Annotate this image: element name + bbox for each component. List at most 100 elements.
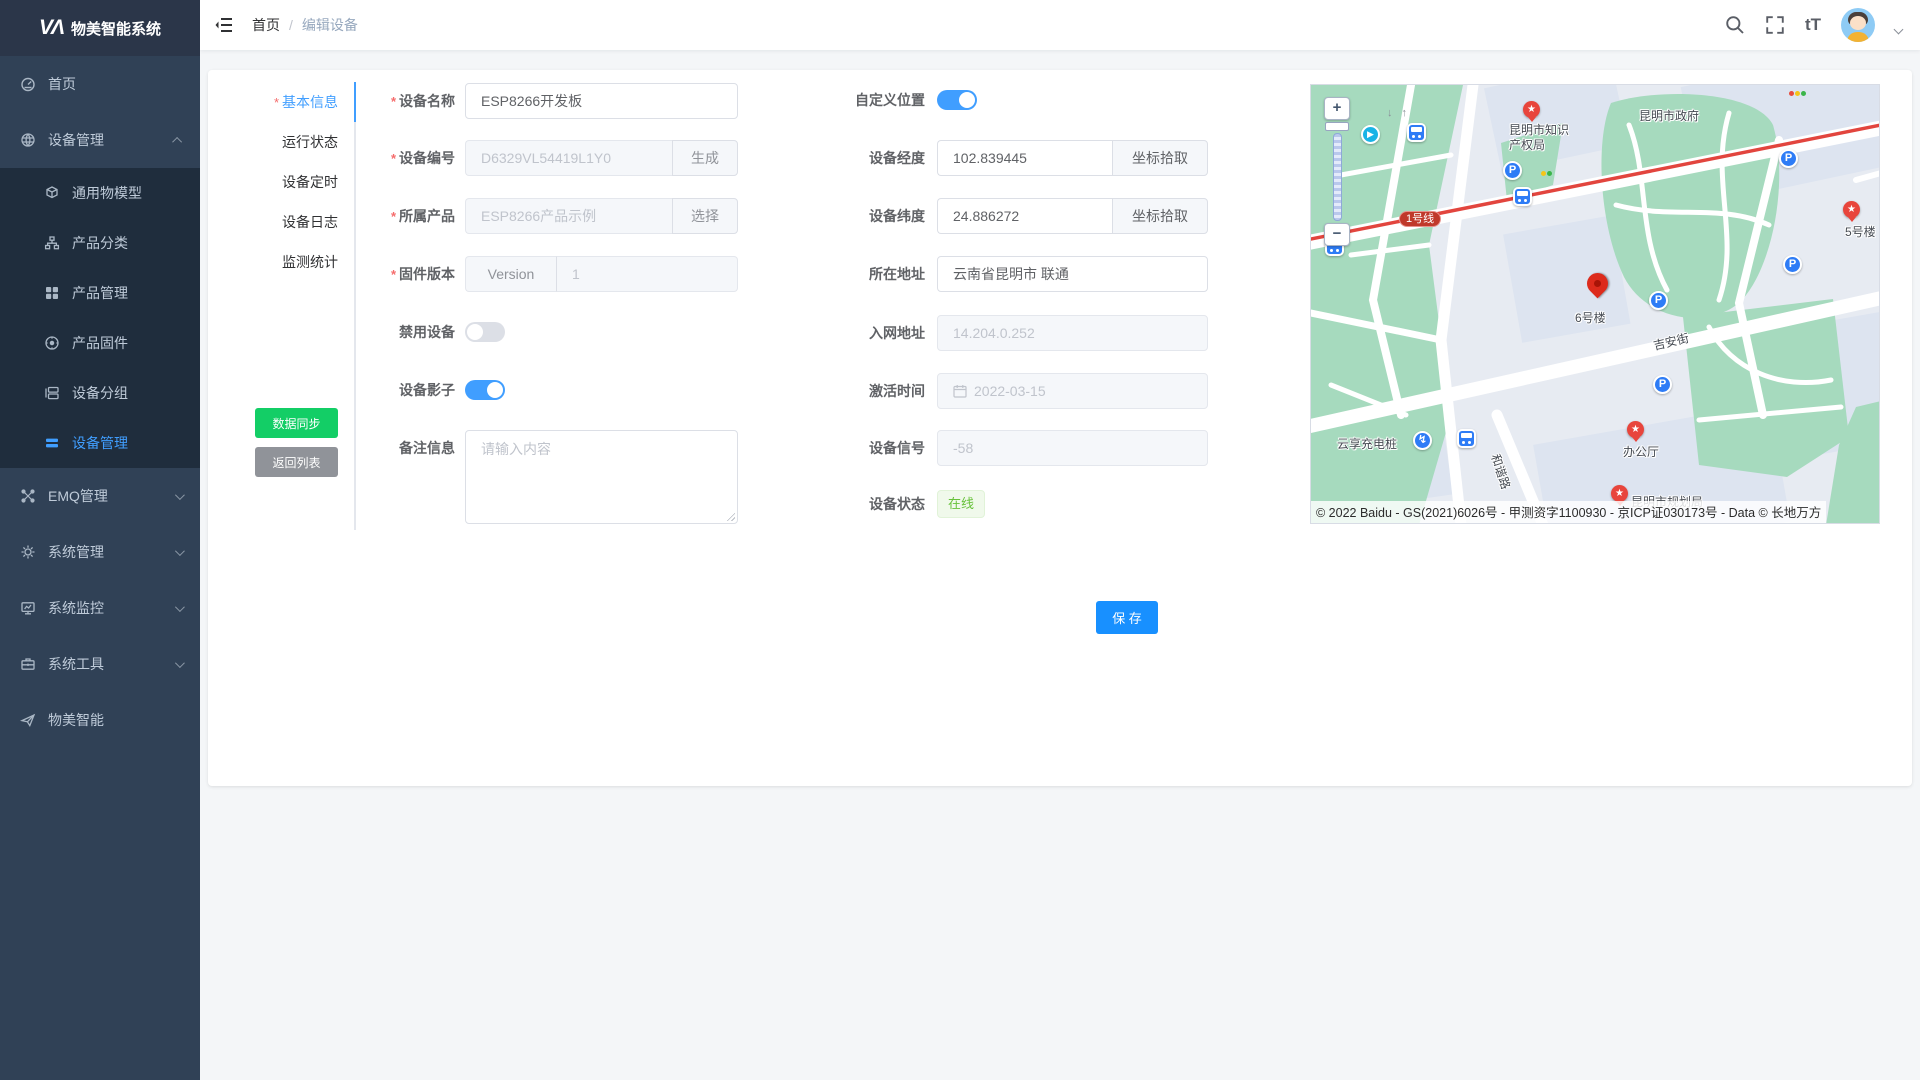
map-attribution: © 2022 Baidu - GS(2021)6026号 - 甲测资字11009… bbox=[1311, 501, 1826, 523]
user-menu-caret-icon[interactable] bbox=[1894, 24, 1904, 34]
poi-star-icon: ★ bbox=[1611, 485, 1628, 502]
firmware-icon bbox=[44, 335, 60, 351]
sidebar-item-emq[interactable]: EMQ管理 bbox=[0, 468, 200, 524]
network-address-label: 入网地址 bbox=[795, 315, 925, 351]
zoom-in-button[interactable]: + bbox=[1324, 97, 1350, 120]
sidebar-toggle-icon[interactable] bbox=[214, 15, 234, 35]
sidebar-item-label: 物美智能 bbox=[48, 710, 104, 730]
sidebar-item-product-mgmt[interactable]: 产品管理 bbox=[0, 268, 200, 318]
disable-device-toggle[interactable] bbox=[465, 322, 505, 342]
parking-icon: P bbox=[1653, 375, 1672, 394]
longitude-label: 设备经度 bbox=[795, 140, 925, 176]
generate-button[interactable]: 生成 bbox=[672, 140, 738, 176]
sidebar-item-product-firmware[interactable]: 产品固件 bbox=[0, 318, 200, 368]
gear-icon bbox=[20, 544, 36, 560]
device-name-input[interactable]: ESP8266开发板 bbox=[465, 83, 738, 119]
map-label-office-hall: 办公厅 bbox=[1623, 443, 1659, 460]
firmware-prepend: Version bbox=[465, 256, 557, 292]
select-product-button[interactable]: 选择 bbox=[672, 198, 738, 234]
zoom-slider[interactable] bbox=[1333, 133, 1342, 221]
remark-label: 备注信息 bbox=[325, 438, 455, 458]
zoom-slider-handle[interactable] bbox=[1325, 122, 1349, 131]
fullscreen-icon[interactable] bbox=[1765, 15, 1785, 35]
remark-textarea[interactable]: 请输入内容 bbox=[465, 430, 738, 524]
sidebar: VΛ 物美智能系统 首页 设备管理 通用物模型 产品分类 产品管理 产品固件 设… bbox=[0, 0, 200, 1080]
signal-label: 设备信号 bbox=[795, 430, 925, 466]
logo-icon: VΛ bbox=[39, 16, 63, 40]
bus-stop-icon bbox=[1457, 429, 1476, 448]
traffic-light-icon bbox=[1789, 91, 1806, 96]
sidebar-item-device-manage[interactable]: 设备管理 bbox=[0, 418, 200, 468]
disable-device-label: 禁用设备 bbox=[325, 322, 455, 342]
device-number-group: D6329VL54419L1Y0 生成 bbox=[465, 140, 738, 176]
font-size-icon[interactable]: tT bbox=[1805, 15, 1821, 35]
map-label-charging-station: 云享充电桩 bbox=[1337, 435, 1397, 452]
address-input[interactable]: 云南省昆明市 联通 bbox=[937, 256, 1208, 292]
chevron-down-icon bbox=[175, 490, 185, 500]
sidebar-item-label: 设备分组 bbox=[72, 383, 128, 403]
baidu-map[interactable]: + − ↓ ↑ ▶ P P P P P ↯ bbox=[1310, 84, 1880, 524]
signal-input: -58 bbox=[937, 430, 1208, 466]
chevron-down-icon bbox=[175, 658, 185, 668]
sidebar-item-product-category[interactable]: 产品分类 bbox=[0, 218, 200, 268]
data-sync-button[interactable]: 数据同步 bbox=[255, 408, 338, 438]
monitor-icon bbox=[20, 600, 36, 616]
custom-location-toggle[interactable] bbox=[937, 90, 977, 110]
poi-star-icon: ★ bbox=[1843, 201, 1860, 218]
parking-icon: P bbox=[1649, 291, 1668, 310]
save-button[interactable]: 保 存 bbox=[1096, 601, 1158, 634]
cube-icon bbox=[44, 185, 60, 201]
active-time-label: 激活时间 bbox=[795, 373, 925, 409]
breadcrumb-current: 编辑设备 bbox=[302, 15, 358, 35]
chevron-down-icon bbox=[175, 602, 185, 612]
sidebar-item-wumei-smart[interactable]: 物美智能 bbox=[0, 692, 200, 748]
latitude-label: 设备纬度 bbox=[795, 198, 925, 234]
chevron-down-icon bbox=[175, 546, 185, 556]
firmware-label: 固件版本 bbox=[325, 256, 455, 293]
product-group: ESP8266产品示例 选择 bbox=[465, 198, 738, 234]
latitude-input[interactable]: 24.886272 bbox=[937, 198, 1112, 234]
device-edit-card: 基本信息 运行状态 设备定时 设备日志 监测统计 数据同步 返回列表 设备名称 … bbox=[208, 70, 1912, 786]
group-icon bbox=[44, 385, 60, 401]
app-title: 物美智能系统 bbox=[71, 18, 161, 39]
longitude-group: 102.839445 坐标拾取 bbox=[937, 140, 1208, 176]
breadcrumb: 首页 / 编辑设备 bbox=[252, 15, 358, 35]
sidebar-item-device-group[interactable]: 设备分组 bbox=[0, 368, 200, 418]
avatar[interactable] bbox=[1841, 8, 1875, 42]
sidebar-item-label: 产品分类 bbox=[72, 233, 128, 253]
calendar-icon bbox=[953, 384, 967, 398]
sidebar-item-home[interactable]: 首页 bbox=[0, 56, 200, 112]
status-label: 设备状态 bbox=[795, 490, 925, 518]
breadcrumb-home[interactable]: 首页 bbox=[252, 15, 280, 35]
sidebar-item-device-mgmt[interactable]: 设备管理 bbox=[0, 112, 200, 168]
search-icon[interactable] bbox=[1725, 15, 1745, 35]
address-label: 所在地址 bbox=[795, 256, 925, 292]
sidebar-item-label: 产品管理 bbox=[72, 283, 128, 303]
sidebar-item-system-tools[interactable]: 系统工具 bbox=[0, 636, 200, 692]
poi-star-icon: ★ bbox=[1627, 421, 1644, 438]
sidebar-item-system-monitor[interactable]: 系统监控 bbox=[0, 580, 200, 636]
status-badge: 在线 bbox=[937, 490, 985, 518]
zoom-out-button[interactable]: − bbox=[1324, 223, 1350, 246]
longitude-input[interactable]: 102.839445 bbox=[937, 140, 1112, 176]
pick-latitude-button[interactable]: 坐标拾取 bbox=[1112, 198, 1208, 234]
sidebar-item-label: 设备管理 bbox=[72, 433, 128, 453]
pick-longitude-button[interactable]: 坐标拾取 bbox=[1112, 140, 1208, 176]
page-content: 基本信息 运行状态 设备定时 设备日志 监测统计 数据同步 返回列表 设备名称 … bbox=[200, 50, 1920, 806]
custom-location-label: 自定义位置 bbox=[795, 90, 925, 110]
sidebar-item-system-mgmt[interactable]: 系统管理 bbox=[0, 524, 200, 580]
poi-star-icon: ★ bbox=[1523, 101, 1540, 118]
globe-icon bbox=[20, 132, 36, 148]
paper-plane-icon bbox=[20, 712, 36, 728]
device-number-input: D6329VL54419L1Y0 bbox=[465, 140, 672, 176]
charging-station-icon: ↯ bbox=[1413, 431, 1432, 450]
sidebar-item-label: EMQ管理 bbox=[48, 486, 108, 506]
server-bars-icon bbox=[44, 435, 60, 451]
map-zoom-control: + − bbox=[1323, 97, 1351, 246]
device-shadow-toggle[interactable] bbox=[465, 380, 505, 400]
map-label-government: 昆明市政府 bbox=[1639, 107, 1699, 124]
map-label-building5: 5号楼 bbox=[1845, 223, 1876, 240]
exit-icon: ▶ bbox=[1361, 125, 1380, 144]
sidebar-item-thing-model[interactable]: 通用物模型 bbox=[0, 168, 200, 218]
lane-arrows: ↓ ↑ bbox=[1387, 107, 1410, 119]
